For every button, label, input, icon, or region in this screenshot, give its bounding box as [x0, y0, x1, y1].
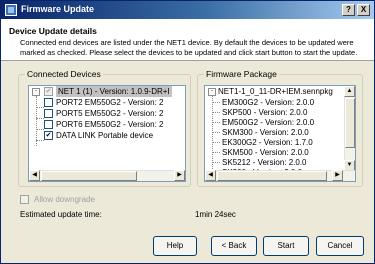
devices-horizontal-scrollbar[interactable]: ◀ ▶	[29, 170, 185, 181]
scroll-up-icon[interactable]: ▲	[344, 86, 355, 97]
firmware-package-file: NET1-1_0_11-DR+IEM.sennpkg	[218, 87, 333, 96]
title-help-button[interactable]: ?	[342, 4, 355, 16]
header-description: Connected end devices are listed under t…	[20, 38, 358, 57]
scroll-left-icon[interactable]: ◀	[205, 170, 216, 181]
data-link-checkbox[interactable]: ✔	[44, 131, 53, 140]
connected-devices-legend: Connected Devices	[25, 69, 103, 79]
estimated-time-label: Estimated update time:	[20, 210, 102, 219]
tree-item-label: PORT5 EM550G2 - Version: 2	[56, 109, 164, 118]
firmware-package-tree[interactable]: - NET1-1_0_11-DR+IEM.sennpkg EM300G2 - V…	[204, 85, 356, 182]
scroll-right-icon[interactable]: ▶	[332, 170, 343, 181]
window-title: Firmware Update	[21, 4, 95, 14]
scroll-left-icon[interactable]: ◀	[29, 170, 40, 181]
scroll-right-icon[interactable]: ▶	[174, 170, 185, 181]
title-bar[interactable]: Firmware Update ? X	[1, 1, 374, 19]
estimated-time-value: 1min 24sec	[195, 210, 236, 219]
collapse-icon[interactable]: -	[208, 88, 216, 96]
firmware-package-legend: Firmware Package	[204, 69, 279, 79]
allow-downgrade-label: Allow downgrade	[34, 195, 95, 204]
firmware-horizontal-scrollbar[interactable]: ◀ ▶	[205, 170, 355, 181]
net1-checkbox: ✔	[44, 87, 53, 96]
cancel-button[interactable]: Cancel	[316, 236, 364, 256]
port2-checkbox[interactable]	[44, 98, 53, 107]
tree-item-label: DATA LINK Portable device	[56, 131, 154, 140]
help-button[interactable]: Help	[153, 236, 197, 256]
header-title: Device Update details	[9, 26, 97, 36]
back-button[interactable]: < Back	[211, 236, 257, 256]
connected-devices-group: Connected Devices - ✔ NET 1 (1) - Versio…	[18, 69, 191, 187]
collapse-icon[interactable]: -	[32, 88, 40, 96]
check-icon: ✔	[45, 88, 52, 95]
port5-checkbox[interactable]	[44, 109, 53, 118]
firmware-vertical-scrollbar[interactable]: ▲ ▼	[344, 86, 355, 171]
tree-item-label: PORT2 EM550G2 - Version: 2	[56, 98, 164, 107]
allow-downgrade-checkbox	[20, 195, 29, 204]
tree-item-net1[interactable]: - ✔ NET 1 (1) - Version: 1.0.9-DR+I	[29, 86, 185, 97]
details-header: Device Update details Connected end devi…	[1, 19, 374, 61]
firmware-package-group: Firmware Package - NET1-1_0_11-DR+IEM.se…	[197, 69, 363, 187]
firmware-update-dialog: Firmware Update ? X Device Update detail…	[0, 0, 375, 264]
tree-item-label: NET 1 (1) - Version: 1.0.9-DR+I	[56, 86, 172, 97]
port6-checkbox[interactable]	[44, 120, 53, 129]
check-icon: ✔	[45, 132, 52, 139]
devices-scroll-thumb[interactable]	[41, 171, 137, 181]
firmware-hscroll-thumb[interactable]	[217, 171, 327, 181]
title-close-button[interactable]: X	[357, 4, 370, 16]
tree-item-label: PORT6 EM550G2 - Version: 2	[56, 120, 164, 129]
firmware-vscroll-thumb[interactable]	[345, 98, 355, 148]
firmware-update-icon	[5, 4, 17, 16]
connected-devices-tree[interactable]: - ✔ NET 1 (1) - Version: 1.0.9-DR+I PORT…	[28, 85, 186, 182]
start-button[interactable]: Start	[263, 236, 309, 256]
